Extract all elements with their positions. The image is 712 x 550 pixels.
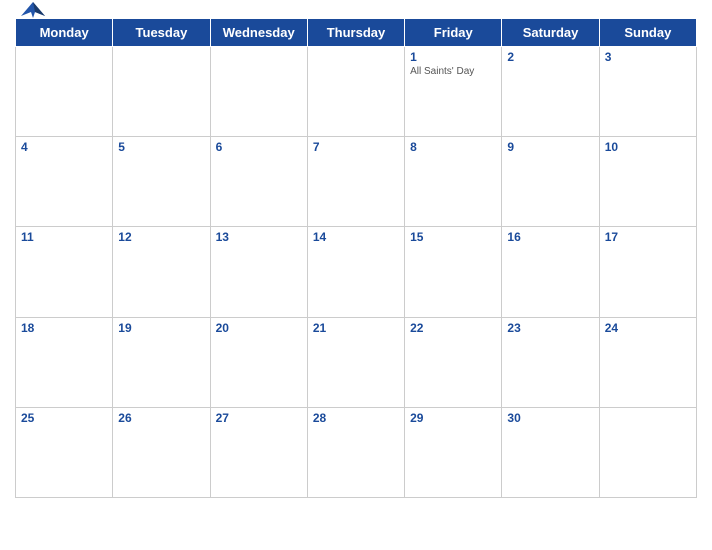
weekday-header-saturday: Saturday (502, 19, 599, 47)
date-number: 10 (605, 140, 691, 154)
date-cell-27: 27 (210, 407, 307, 497)
weekday-header-friday: Friday (405, 19, 502, 47)
date-number: 13 (216, 230, 302, 244)
date-cell-9: 9 (502, 137, 599, 227)
date-cell-4: 4 (16, 137, 113, 227)
empty-cell (16, 47, 113, 137)
date-cell-21: 21 (307, 317, 404, 407)
date-number: 12 (118, 230, 204, 244)
date-number: 4 (21, 140, 107, 154)
logo-icon (15, 0, 51, 22)
date-number: 18 (21, 321, 107, 335)
date-cell-22: 22 (405, 317, 502, 407)
date-number: 27 (216, 411, 302, 425)
weekday-header-sunday: Sunday (599, 19, 696, 47)
date-number: 22 (410, 321, 496, 335)
date-number: 20 (216, 321, 302, 335)
date-cell-24: 24 (599, 317, 696, 407)
date-cell-5: 5 (113, 137, 210, 227)
date-number: 24 (605, 321, 691, 335)
date-cell-10: 10 (599, 137, 696, 227)
date-cell-18: 18 (16, 317, 113, 407)
empty-cell (599, 407, 696, 497)
week-row-5: 25 26 27 28 29 30 (16, 407, 697, 497)
date-number: 6 (216, 140, 302, 154)
date-number: 5 (118, 140, 204, 154)
empty-cell (210, 47, 307, 137)
date-cell-14: 14 (307, 227, 404, 317)
weekday-header-row: MondayTuesdayWednesdayThursdayFridaySatu… (16, 19, 697, 47)
holiday-label: All Saints' Day (410, 66, 496, 77)
calendar-container: MondayTuesdayWednesdayThursdayFridaySatu… (0, 0, 712, 550)
date-number: 15 (410, 230, 496, 244)
date-number: 19 (118, 321, 204, 335)
date-cell-23: 23 (502, 317, 599, 407)
weekday-header-tuesday: Tuesday (113, 19, 210, 47)
date-cell-11: 11 (16, 227, 113, 317)
empty-cell (113, 47, 210, 137)
week-row-3: 11 12 13 14 15 16 17 (16, 227, 697, 317)
date-number: 29 (410, 411, 496, 425)
date-number: 8 (410, 140, 496, 154)
date-cell-2: 2 (502, 47, 599, 137)
date-number: 2 (507, 50, 593, 64)
calendar-table: MondayTuesdayWednesdayThursdayFridaySatu… (15, 18, 697, 498)
date-cell-19: 19 (113, 317, 210, 407)
date-cell-28: 28 (307, 407, 404, 497)
date-number: 3 (605, 50, 691, 64)
date-number: 11 (21, 230, 107, 244)
date-cell-1: 1 All Saints' Day (405, 47, 502, 137)
date-number: 7 (313, 140, 399, 154)
week-row-1: 1 All Saints' Day 23 (16, 47, 697, 137)
date-cell-30: 30 (502, 407, 599, 497)
date-number: 9 (507, 140, 593, 154)
week-row-2: 456789 10 (16, 137, 697, 227)
logo (15, 0, 51, 22)
date-cell-16: 16 (502, 227, 599, 317)
date-number: 23 (507, 321, 593, 335)
date-cell-20: 20 (210, 317, 307, 407)
date-number: 28 (313, 411, 399, 425)
date-cell-26: 26 (113, 407, 210, 497)
date-number: 30 (507, 411, 593, 425)
date-cell-13: 13 (210, 227, 307, 317)
date-number: 14 (313, 230, 399, 244)
weekday-header-wednesday: Wednesday (210, 19, 307, 47)
date-cell-3: 3 (599, 47, 696, 137)
date-number: 16 (507, 230, 593, 244)
date-cell-15: 15 (405, 227, 502, 317)
week-row-4: 18 19 20 21 22 23 24 (16, 317, 697, 407)
date-cell-29: 29 (405, 407, 502, 497)
weekday-header-monday: Monday (16, 19, 113, 47)
date-number: 21 (313, 321, 399, 335)
date-number: 17 (605, 230, 691, 244)
date-cell-12: 12 (113, 227, 210, 317)
weekday-header-thursday: Thursday (307, 19, 404, 47)
date-cell-25: 25 (16, 407, 113, 497)
empty-cell (307, 47, 404, 137)
date-number: 25 (21, 411, 107, 425)
date-number: 1 (410, 50, 496, 64)
date-cell-7: 7 (307, 137, 404, 227)
date-cell-8: 8 (405, 137, 502, 227)
date-number: 26 (118, 411, 204, 425)
date-cell-6: 6 (210, 137, 307, 227)
date-cell-17: 17 (599, 227, 696, 317)
